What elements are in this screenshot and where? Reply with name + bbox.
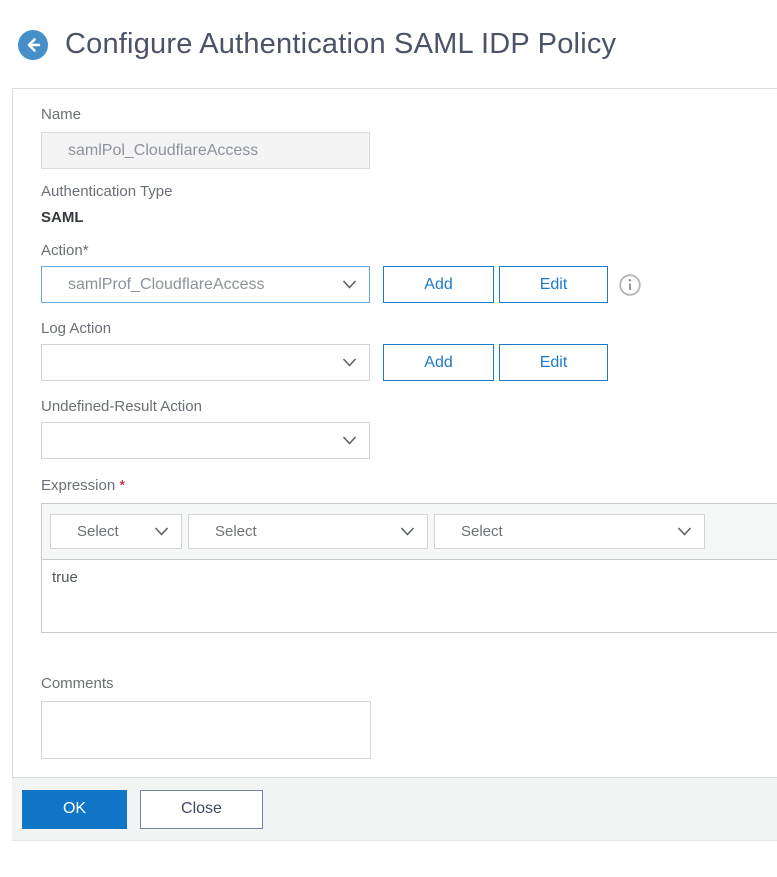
action-add-button[interactable]: Add — [383, 266, 494, 303]
chevron-down-icon — [400, 523, 415, 540]
action-select[interactable]: samlProf_CloudflareAccess — [41, 266, 370, 303]
page-header: Configure Authentication SAML IDP Policy — [0, 0, 777, 61]
action-select-value: samlProf_CloudflareAccess — [68, 275, 265, 293]
comments-label: Comments — [41, 675, 114, 692]
form-panel: Name Authentication Type SAML Action* sa… — [12, 88, 777, 777]
undefined-result-action-select[interactable] — [41, 422, 370, 459]
name-input[interactable] — [41, 132, 370, 169]
comments-textarea[interactable] — [41, 701, 371, 759]
authentication-type-label: Authentication Type — [41, 183, 173, 200]
footer-bar: OK Close — [12, 777, 777, 841]
expression-field: Expression * Select Select Select true — [41, 477, 777, 633]
undefined-result-action-label: Undefined-Result Action — [41, 398, 202, 415]
chevron-down-icon — [342, 354, 357, 372]
chevron-down-icon — [677, 523, 692, 540]
expression-label: Expression * — [41, 477, 126, 494]
action-edit-button[interactable]: Edit — [499, 266, 608, 303]
expression-textarea[interactable]: true — [42, 560, 777, 632]
log-action-edit-button[interactable]: Edit — [499, 344, 608, 381]
chevron-down-icon — [342, 276, 357, 294]
authentication-type-field: Authentication Type SAML — [41, 183, 777, 227]
undefined-result-action-field: Undefined-Result Action — [41, 398, 777, 459]
chevron-down-icon — [154, 523, 169, 540]
expression-toolbar: Select Select Select — [42, 504, 777, 560]
arrow-left-circle-icon — [18, 29, 48, 60]
name-field: Name — [41, 106, 777, 169]
comments-field: Comments — [41, 675, 777, 759]
close-button[interactable]: Close — [140, 789, 263, 829]
expression-select-3[interactable]: Select — [434, 514, 705, 549]
expression-select-2[interactable]: Select — [188, 514, 428, 549]
authentication-type-value: SAML — [41, 209, 84, 226]
expression-editor: Select Select Select true — [41, 503, 777, 633]
action-label: Action* — [41, 242, 89, 259]
chevron-down-icon — [342, 432, 357, 450]
required-asterisk: * — [119, 477, 126, 494]
back-button[interactable] — [18, 29, 48, 60]
name-label: Name — [41, 106, 82, 123]
log-action-select[interactable] — [41, 344, 370, 381]
expression-select-1[interactable]: Select — [50, 514, 182, 549]
action-field: Action* samlProf_CloudflareAccess Add Ed… — [41, 242, 777, 303]
ok-button[interactable]: OK — [22, 789, 127, 829]
log-action-add-button[interactable]: Add — [383, 344, 494, 381]
page-title: Configure Authentication SAML IDP Policy — [65, 28, 617, 60]
action-info-icon[interactable] — [619, 273, 641, 296]
log-action-field: Log Action Add Edit — [41, 320, 777, 381]
log-action-label: Log Action — [41, 320, 112, 337]
